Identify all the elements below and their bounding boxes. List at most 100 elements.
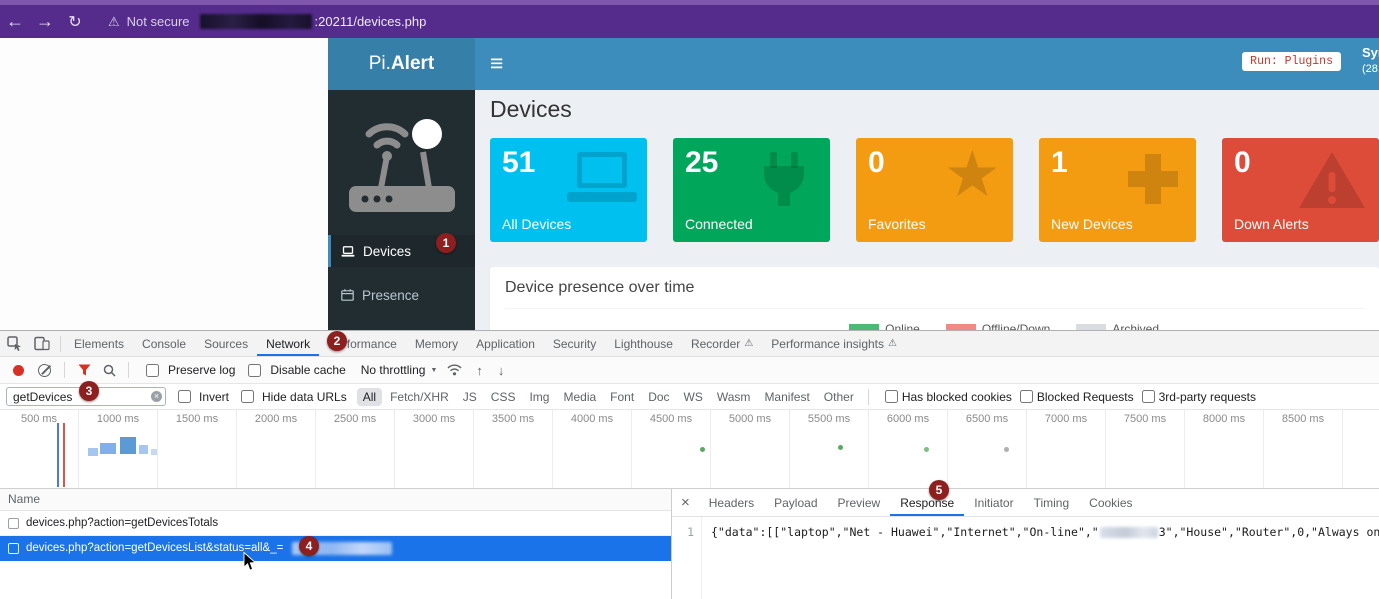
- timeline-mark: [100, 443, 116, 454]
- extra-filter-label[interactable]: 3rd-party requests: [1159, 390, 1256, 404]
- filter-toggle-button[interactable]: [74, 364, 94, 376]
- device-toolbar-button[interactable]: [28, 331, 56, 356]
- clear-filter-icon[interactable]: ×: [151, 391, 162, 402]
- sidebar-item-presence[interactable]: Presence: [328, 279, 475, 311]
- timeline-mark: [88, 448, 98, 456]
- devtools-tab-label: Performance insights: [771, 337, 884, 351]
- network-conditions-button[interactable]: [442, 364, 466, 376]
- annotation-step-2: 2: [327, 331, 347, 351]
- detail-tab-label: Preview: [838, 496, 881, 510]
- devtools-tab[interactable]: Elements: [65, 331, 133, 356]
- resource-type-pill[interactable]: JS: [457, 388, 483, 406]
- timeline-mark: [1004, 447, 1009, 452]
- extra-filter-checkbox[interactable]: [885, 390, 898, 403]
- app-logo[interactable]: Pi.Alert: [328, 38, 475, 90]
- search-button[interactable]: [99, 364, 119, 377]
- card-favorites[interactable]: 0 ★ Favorites: [856, 138, 1013, 242]
- router-logo-wrap: [328, 90, 475, 235]
- sidebar-toggle-button[interactable]: ≡: [490, 50, 503, 77]
- app-content: Devices 51 All Devices 25: [475, 90, 1379, 330]
- resource-type-pill[interactable]: Wasm: [711, 388, 757, 406]
- clear-requests-button[interactable]: [38, 364, 51, 377]
- devtools-tab[interactable]: Network: [257, 331, 319, 356]
- hide-data-urls-checkbox[interactable]: [241, 390, 254, 403]
- detail-tab[interactable]: Response: [890, 489, 964, 516]
- devtools-tab[interactable]: Recorder ⚠: [682, 331, 762, 356]
- hide-data-urls-label[interactable]: Hide data URLs: [262, 390, 347, 404]
- resource-type-pill[interactable]: Other: [818, 388, 860, 406]
- timeline-mark: [139, 445, 148, 454]
- sidebar-item-label: Presence: [362, 288, 419, 303]
- detail-tab-label: Payload: [774, 496, 817, 510]
- plus-icon: [1124, 150, 1182, 208]
- refresh-button[interactable]: ↻: [60, 12, 90, 32]
- extra-filter-label[interactable]: Has blocked cookies: [902, 390, 1012, 404]
- devtools-tab[interactable]: Performance insights ⚠: [762, 331, 906, 356]
- card-new-devices[interactable]: 1 New Devices: [1039, 138, 1196, 242]
- search-icon: [103, 364, 116, 377]
- disable-cache-label[interactable]: Disable cache: [270, 363, 345, 377]
- resource-type-pill[interactable]: Img: [523, 388, 555, 406]
- resource-type-pill[interactable]: Manifest: [758, 388, 815, 406]
- run-plugins-button[interactable]: Run: Plugins: [1242, 52, 1341, 71]
- request-row[interactable]: devices.php?action=getDevicesTotals: [0, 511, 671, 536]
- devtools-tab[interactable]: Security: [544, 331, 605, 356]
- resource-type-pill[interactable]: WS: [678, 388, 709, 406]
- resource-type-pill[interactable]: Font: [604, 388, 640, 406]
- resource-type-pill[interactable]: Fetch/XHR: [384, 388, 455, 406]
- network-overview-timeline[interactable]: 500 ms 1000 ms 1500 ms 2000 ms: [0, 410, 1379, 489]
- network-filterbar: × Invert Hide data URLs All Fetch/XHR JS…: [0, 384, 1379, 410]
- card-all-devices[interactable]: 51 All Devices: [490, 138, 647, 242]
- invert-label[interactable]: Invert: [199, 390, 229, 404]
- disable-cache-checkbox[interactable]: [248, 364, 261, 377]
- devtools-tab[interactable]: Memory: [406, 331, 467, 356]
- extra-filter-label[interactable]: Blocked Requests: [1037, 390, 1134, 404]
- timeline-mark: [838, 445, 843, 450]
- card-down-alerts[interactable]: 0 Down Alerts: [1222, 138, 1379, 242]
- url-path-text[interactable]: :20211/devices.php: [315, 14, 427, 29]
- detail-tab-label: Headers: [709, 496, 754, 510]
- preserve-log-label[interactable]: Preserve log: [168, 363, 235, 377]
- detail-tab[interactable]: Initiator: [964, 489, 1023, 516]
- record-button[interactable]: [13, 365, 24, 376]
- navbar-user-info: Sym (28,: [1362, 45, 1379, 76]
- resource-type-pill[interactable]: CSS: [485, 388, 522, 406]
- device-toolbar-icon: [34, 336, 50, 351]
- user-info-line1: Sym: [1362, 45, 1379, 62]
- invert-checkbox[interactable]: [178, 390, 191, 403]
- name-column-header[interactable]: Name: [0, 489, 671, 511]
- card-connected[interactable]: 25 Connected: [673, 138, 830, 242]
- export-har-button[interactable]: ↓: [498, 363, 505, 378]
- devtools-tab[interactable]: Lighthouse: [605, 331, 682, 356]
- extra-filter-checkbox[interactable]: [1020, 390, 1033, 403]
- request-row-selected[interactable]: devices.php?action=getDevicesList&status…: [0, 536, 671, 561]
- preserve-log-checkbox[interactable]: [146, 364, 159, 377]
- devtools-tab-label: Elements: [74, 337, 124, 351]
- resource-type-pill[interactable]: Media: [557, 388, 602, 406]
- resource-type-pill[interactable]: All: [357, 388, 382, 406]
- detail-tab[interactable]: Payload: [764, 489, 827, 516]
- response-text-prefix: {"data":[["laptop","Net - Huawei","Inter…: [711, 525, 1099, 539]
- close-details-button[interactable]: ×: [672, 489, 699, 516]
- resource-type-filters: All Fetch/XHR JS CSS Img Media Font Doc …: [357, 388, 860, 406]
- detail-tab[interactable]: Preview: [828, 489, 891, 516]
- back-button[interactable]: ←: [0, 11, 30, 32]
- devtools-tab[interactable]: Console: [133, 331, 195, 356]
- detail-tab[interactable]: Timing: [1024, 489, 1080, 516]
- devtools-tabbar: Elements Console Sources Network: [0, 331, 1379, 357]
- detail-tab[interactable]: Headers: [699, 489, 764, 516]
- detail-tab[interactable]: Cookies: [1079, 489, 1142, 516]
- sidebar-item-label: Devices: [363, 244, 411, 259]
- throttling-select[interactable]: No throttling ▼: [361, 363, 438, 377]
- devtools-tab[interactable]: Sources: [195, 331, 257, 356]
- forward-button[interactable]: →: [30, 11, 60, 32]
- import-har-button[interactable]: ↑: [476, 363, 483, 378]
- devtools-tab[interactable]: Application: [467, 331, 544, 356]
- sidebar: Pi.Alert: [328, 38, 475, 330]
- site-info-chip[interactable]: ⚠ Not secure: [108, 14, 190, 30]
- extra-filter-checkbox[interactable]: [1142, 390, 1155, 403]
- resource-type-pill[interactable]: Doc: [642, 388, 675, 406]
- page-title: Devices: [490, 96, 1379, 123]
- plug-icon: [754, 150, 814, 212]
- inspect-element-button[interactable]: [0, 331, 28, 356]
